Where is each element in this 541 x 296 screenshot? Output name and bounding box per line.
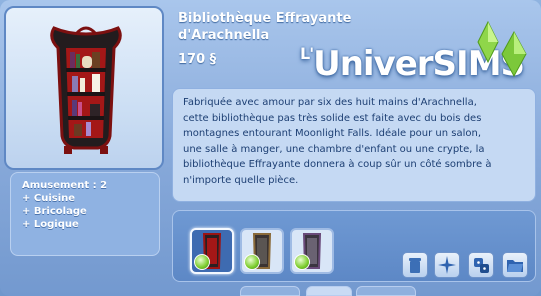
design-tool-button[interactable] [468, 252, 494, 278]
bottom-tab[interactable] [356, 286, 416, 296]
attribute-cooking: + Cuisine [22, 193, 76, 204]
item-title-line2: d'Arachnella [178, 28, 270, 43]
description-line: Fabriquée avec amour par six des huit ma… [183, 97, 477, 108]
swatch-purple-gray[interactable] [290, 228, 334, 274]
description-line: n'importe quelle pièce. [183, 174, 299, 186]
sparkle-icon [438, 256, 456, 274]
swatch-red-black[interactable] [190, 228, 234, 274]
delete-button[interactable] [402, 252, 428, 278]
description-line: une salle à manger, une chambre d'enfant… [183, 143, 485, 155]
description-line: bibliothèque Effrayante donnera à coup s… [183, 159, 492, 170]
sparkle-button[interactable] [434, 252, 460, 278]
description-panel: Fabriquée avec amour par six des huit ma… [172, 88, 536, 202]
plumbob-icon [194, 254, 210, 270]
plumbob-icon [244, 254, 260, 270]
swatch-dark-gray[interactable] [240, 228, 284, 274]
bottom-tab[interactable] [306, 286, 352, 296]
gear-dice-icon [474, 258, 489, 273]
item-title: Bibliothèque Effrayante d'Arachnella [178, 10, 438, 44]
plumbob-icon [294, 254, 310, 270]
folder-button[interactable] [502, 252, 528, 278]
item-price: 170 § [178, 52, 217, 67]
folder-icon [507, 260, 523, 272]
trash-can-icon [409, 258, 421, 273]
attribute-logic: + Logique [22, 219, 79, 230]
item-title-line1: Bibliothèque Effrayante [178, 11, 352, 26]
description-line: cette bibliothèque pas très solide est f… [183, 112, 482, 124]
attribute-fun: Amusement : 2 [22, 180, 108, 191]
bookshelf-image [50, 26, 122, 154]
description-line: montagnes entourant Moonlight Falls. Idé… [183, 128, 482, 139]
logo-prefix: L' [300, 44, 314, 63]
attribute-handiness: + Bricolage [22, 206, 87, 217]
bottom-tab[interactable] [240, 286, 300, 296]
item-preview-panel [4, 6, 164, 170]
plumbob-gems-icon [477, 20, 527, 78]
item-description: Fabriquée avec amour par six des huit ma… [183, 95, 527, 188]
